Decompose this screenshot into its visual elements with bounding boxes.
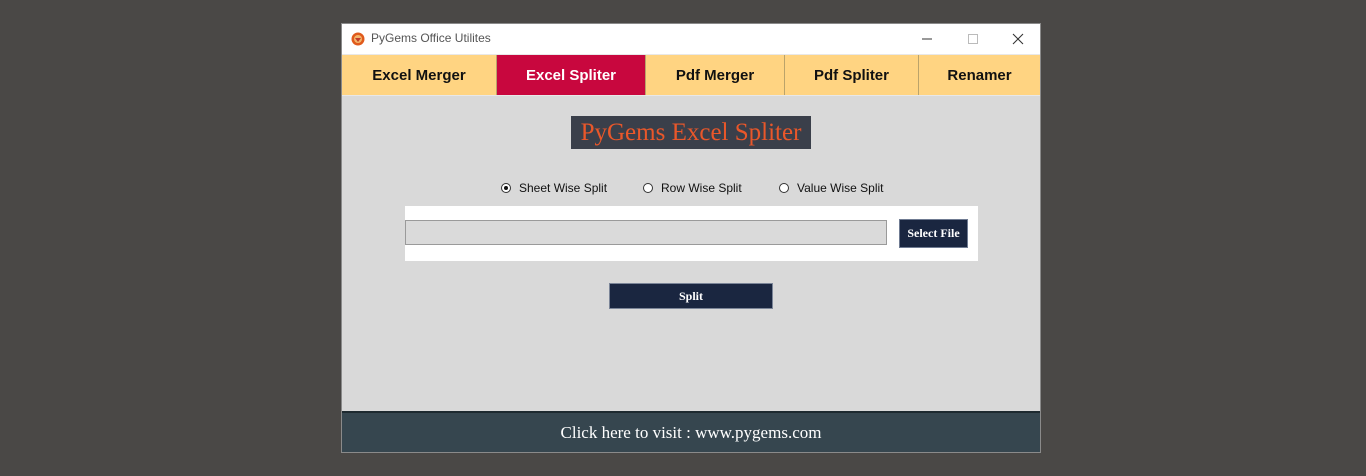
- minimize-button[interactable]: [904, 24, 950, 54]
- window-title: PyGems Office Utilites: [371, 31, 491, 45]
- select-file-button[interactable]: Select File: [899, 219, 968, 248]
- maximize-button[interactable]: [950, 24, 996, 54]
- maximize-icon: [968, 34, 978, 44]
- title-bar[interactable]: PyGems Office Utilites: [342, 24, 1040, 54]
- radio-row-wise-split[interactable]: Row Wise Split: [643, 180, 742, 196]
- tab-pdf-merger[interactable]: Pdf Merger: [646, 55, 785, 95]
- pygems-logo-icon: [351, 31, 365, 46]
- tab-excel-spliter[interactable]: Excel Spliter: [497, 55, 646, 95]
- file-select-panel: Select File: [405, 206, 978, 261]
- close-button[interactable]: [995, 24, 1041, 54]
- radio-unselected-icon: [643, 183, 653, 193]
- tab-renamer[interactable]: Renamer: [919, 55, 1040, 95]
- radio-label: Row Wise Split: [661, 181, 742, 195]
- radio-label: Sheet Wise Split: [519, 181, 608, 195]
- radio-unselected-icon: [779, 183, 789, 193]
- close-icon: [1012, 33, 1024, 45]
- tab-pdf-spliter[interactable]: Pdf Spliter: [785, 55, 919, 95]
- footer-link[interactable]: Click here to visit : www.pygems.com: [342, 411, 1040, 452]
- radio-selected-icon: [501, 183, 511, 193]
- app-window: PyGems Office Utilites Excel Merger Exce…: [341, 23, 1041, 453]
- minimize-icon: [922, 38, 932, 40]
- tab-excel-merger[interactable]: Excel Merger: [342, 55, 497, 95]
- split-button[interactable]: Split: [609, 283, 773, 309]
- radio-sheet-wise-split[interactable]: Sheet Wise Split: [501, 180, 607, 196]
- file-path-input[interactable]: [405, 220, 887, 245]
- radio-value-wise-split[interactable]: Value Wise Split: [779, 180, 883, 196]
- radio-label: Value Wise Split: [797, 181, 884, 195]
- page-title: PyGems Excel Spliter: [571, 116, 811, 149]
- tab-bar: Excel Merger Excel Spliter Pdf Merger Pd…: [342, 54, 1040, 96]
